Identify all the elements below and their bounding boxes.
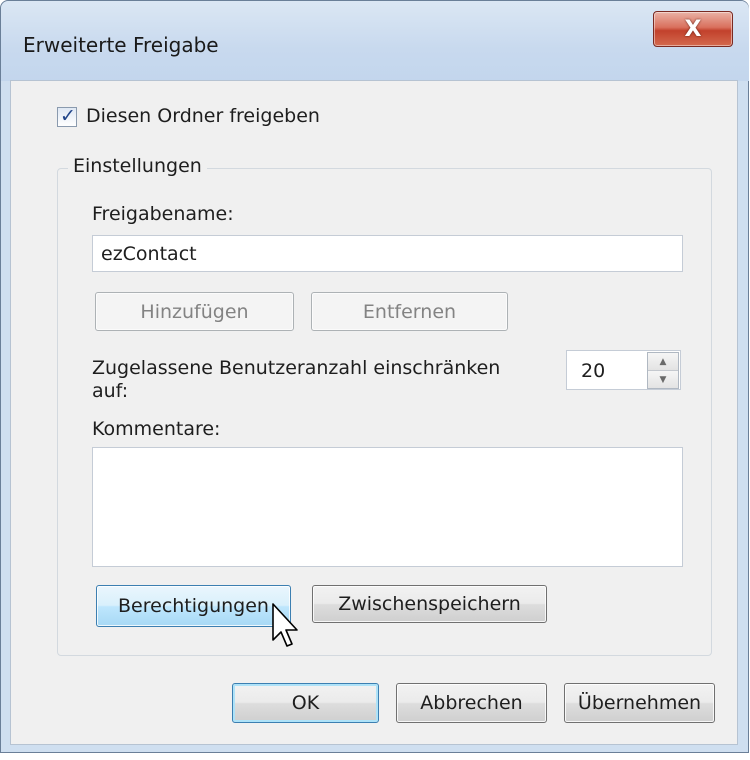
apply-button[interactable]: Übernehmen bbox=[564, 683, 715, 723]
user-limit-value: 20 bbox=[581, 360, 606, 382]
add-button[interactable]: Hinzufügen bbox=[95, 292, 294, 331]
comments-textarea[interactable] bbox=[92, 447, 683, 567]
mouse-pointer-icon bbox=[272, 603, 298, 647]
permissions-button[interactable]: Berechtigungen bbox=[96, 585, 291, 627]
arrow-up-icon[interactable]: ▲ bbox=[648, 353, 678, 371]
user-limit-label-line1: Zugelassene Benutzeranzahl einschränken bbox=[92, 357, 501, 379]
share-name-input[interactable]: ezContact bbox=[92, 235, 683, 272]
user-limit-spin[interactable]: ▲ ▼ bbox=[647, 352, 679, 389]
close-icon: X bbox=[684, 16, 702, 42]
settings-group-label: Einstellungen bbox=[68, 155, 207, 177]
title-bar[interactable]: Erweiterte Freigabe X bbox=[1, 1, 749, 81]
share-name-label: Freigabename: bbox=[92, 203, 234, 225]
share-name-value: ezContact bbox=[101, 243, 197, 265]
close-button[interactable]: X bbox=[653, 11, 733, 47]
user-limit-label-line2: auf: bbox=[92, 380, 129, 402]
caching-button[interactable]: Zwischenspeichern bbox=[312, 585, 547, 623]
share-folder-label[interactable]: Diesen Ordner freigeben bbox=[86, 105, 320, 127]
share-folder-checkbox[interactable]: ✓ bbox=[57, 105, 77, 127]
arrow-down-icon[interactable]: ▼ bbox=[648, 371, 678, 388]
window-title: Erweiterte Freigabe bbox=[23, 33, 219, 57]
check-icon: ✓ bbox=[60, 105, 76, 127]
remove-button[interactable]: Entfernen bbox=[311, 292, 508, 331]
ok-button[interactable]: OK bbox=[232, 683, 379, 723]
cancel-button[interactable]: Abbrechen bbox=[396, 683, 547, 723]
comments-label: Kommentare: bbox=[92, 418, 221, 440]
